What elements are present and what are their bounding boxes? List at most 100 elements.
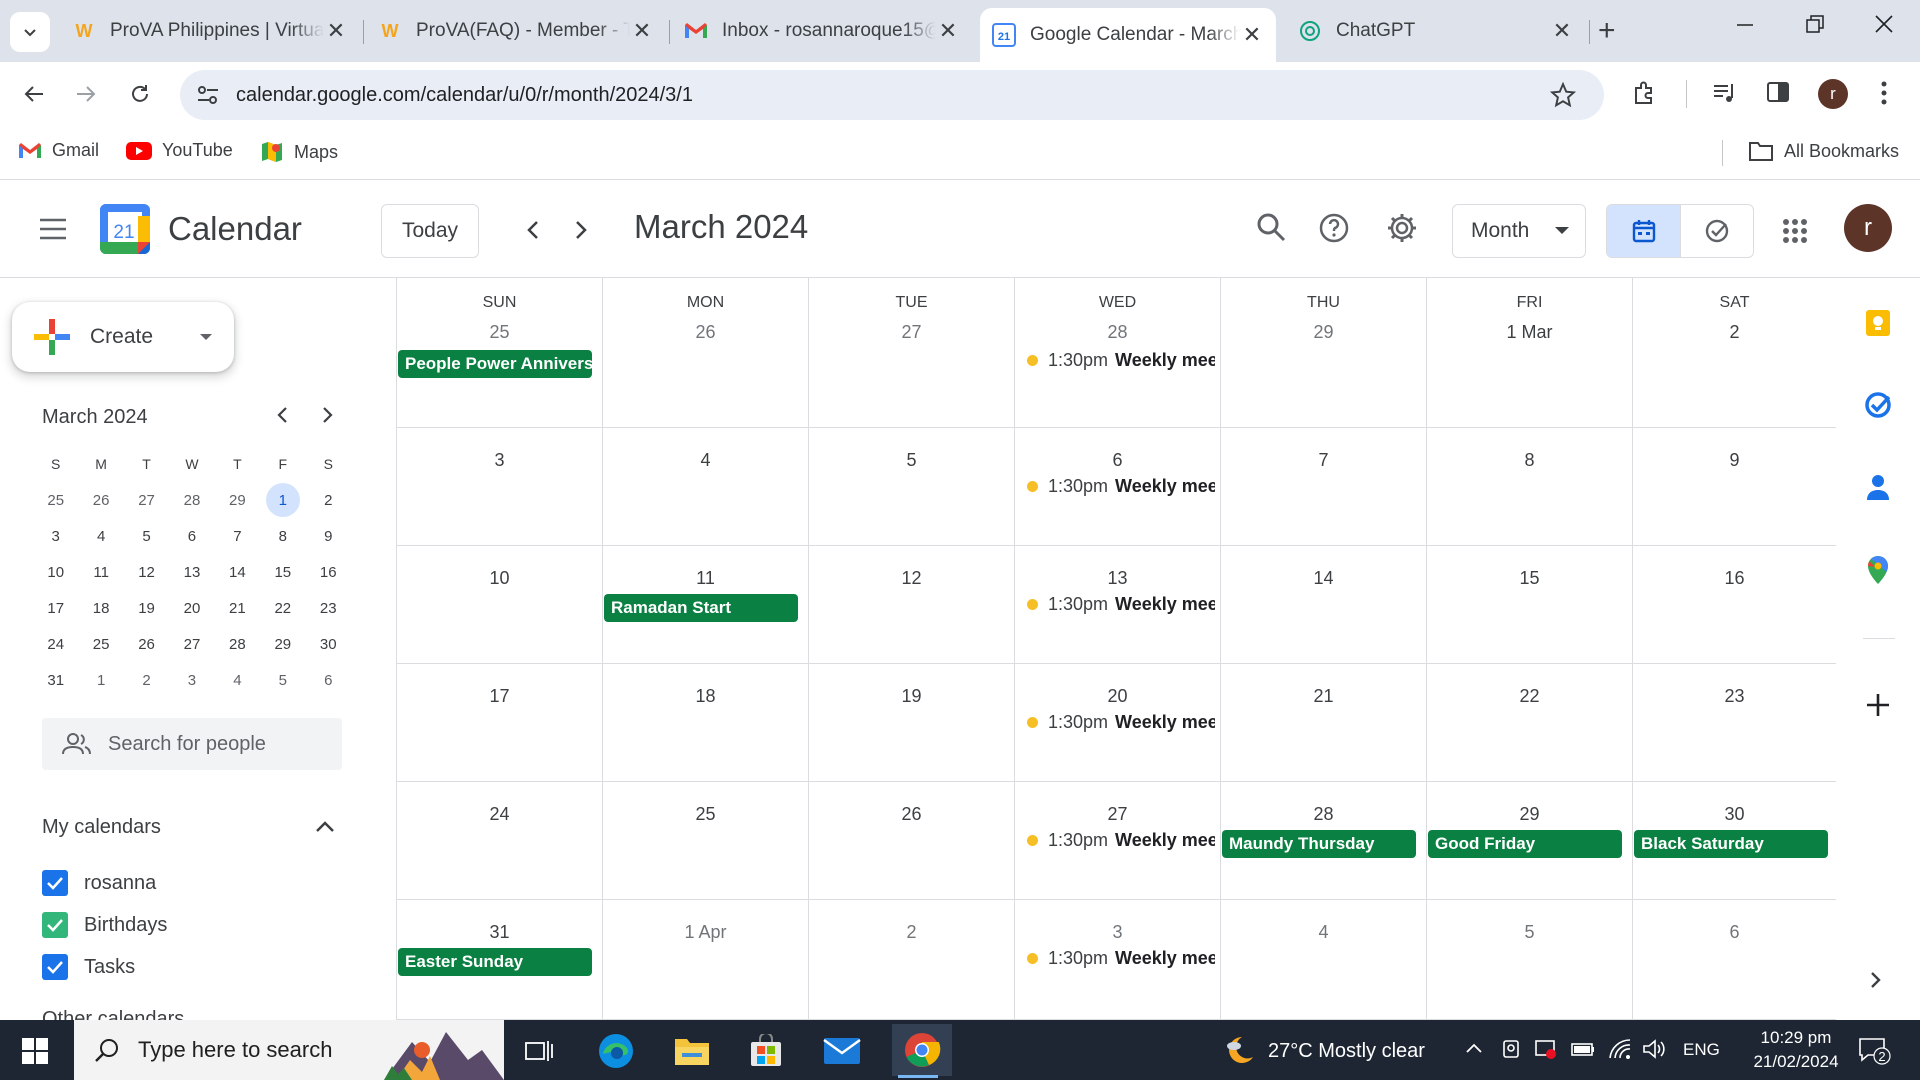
mini-day[interactable]: 12: [124, 554, 169, 590]
day-number[interactable]: 23: [1633, 686, 1836, 707]
mini-day[interactable]: 6: [169, 518, 214, 554]
day-number[interactable]: 27: [809, 322, 1014, 343]
account-avatar[interactable]: r: [1844, 204, 1892, 252]
chevron-up-icon[interactable]: [314, 818, 336, 839]
checkbox-checked-icon[interactable]: [42, 870, 68, 896]
day-number[interactable]: 8: [1427, 450, 1632, 471]
holiday-event-black-saturday[interactable]: Black Saturday: [1634, 830, 1828, 858]
day-number[interactable]: 22: [1427, 686, 1632, 707]
day-cell[interactable]: SAT 2: [1633, 278, 1836, 427]
close-window-button[interactable]: [1874, 12, 1894, 43]
day-cell[interactable]: 14: [1221, 546, 1427, 663]
day-cell[interactable]: 12: [809, 546, 1015, 663]
mini-day[interactable]: 28: [215, 626, 260, 662]
system-clock[interactable]: 10:29 pm 21/02/2024: [1735, 1026, 1857, 1074]
day-number[interactable]: 20: [1015, 686, 1220, 707]
day-number[interactable]: 10: [397, 568, 602, 589]
day-number[interactable]: 24: [397, 804, 602, 825]
bookmark-youtube[interactable]: YouTube: [126, 140, 233, 161]
day-cell[interactable]: 5: [1427, 900, 1633, 1019]
mini-day[interactable]: 16: [306, 554, 351, 590]
mini-day[interactable]: 28: [169, 482, 214, 518]
day-cell[interactable]: 26: [809, 782, 1015, 899]
day-number[interactable]: 2: [809, 922, 1014, 943]
day-cell[interactable]: 6 1:30pm Weekly meeting: [1015, 428, 1221, 545]
media-controls-icon[interactable]: [1712, 80, 1738, 111]
taskbar-edge[interactable]: [590, 1028, 642, 1074]
day-number[interactable]: 13: [1015, 568, 1220, 589]
mini-day[interactable]: 26: [124, 626, 169, 662]
day-number[interactable]: 2: [1633, 322, 1836, 343]
day-cell[interactable]: 11 Ramadan Start: [603, 546, 809, 663]
mini-day[interactable]: 27: [169, 626, 214, 662]
taskbar-mail[interactable]: [816, 1028, 868, 1074]
day-cell[interactable]: 15: [1427, 546, 1633, 663]
mini-day[interactable]: 29: [260, 626, 305, 662]
day-cell[interactable]: 2: [809, 900, 1015, 1019]
tab-prova-home[interactable]: W ProVA Philippines | Virtual ✕: [60, 8, 360, 54]
day-number[interactable]: 29: [1427, 804, 1632, 825]
mini-day[interactable]: 18: [78, 590, 123, 626]
day-cell[interactable]: 20 1:30pm Weekly meeting: [1015, 664, 1221, 781]
back-button[interactable]: [16, 76, 52, 112]
holiday-event-good-friday[interactable]: Good Friday: [1428, 830, 1622, 858]
calendar-item-birthdays[interactable]: Birthdays: [42, 912, 167, 938]
day-cell[interactable]: 4: [1221, 900, 1427, 1019]
create-button[interactable]: Create: [12, 302, 234, 372]
tab-prova-faq[interactable]: W ProVA(FAQ) - Member - The ✕: [366, 8, 666, 54]
wifi-icon[interactable]: [1608, 1038, 1632, 1065]
tab-gmail-inbox[interactable]: Inbox - rosannaroque15@ ✕: [672, 8, 972, 54]
view-switcher-dropdown[interactable]: Month: [1452, 204, 1586, 258]
tray-overflow-chevron-up-icon[interactable]: [1464, 1038, 1484, 1065]
day-cell[interactable]: 4: [603, 428, 809, 545]
chevron-right-icon[interactable]: [1863, 968, 1887, 997]
day-cell[interactable]: 21: [1221, 664, 1427, 781]
day-cell[interactable]: 30 Black Saturday: [1633, 782, 1836, 899]
other-calendars-title[interactable]: Other calendars: [42, 1008, 184, 1020]
day-number[interactable]: 28: [1221, 804, 1426, 825]
weather-widget[interactable]: 27°C Mostly clear: [1222, 1034, 1425, 1068]
day-cell[interactable]: 6: [1633, 900, 1836, 1019]
main-menu-icon[interactable]: [38, 217, 68, 246]
mini-day[interactable]: 19: [124, 590, 169, 626]
day-number[interactable]: 18: [603, 686, 808, 707]
mini-day[interactable]: 29: [215, 482, 260, 518]
mini-day[interactable]: 26: [78, 482, 123, 518]
day-cell[interactable]: 8: [1427, 428, 1633, 545]
mini-day[interactable]: 5: [260, 662, 305, 698]
day-number[interactable]: 1 Mar: [1427, 322, 1632, 343]
calendar-item-tasks[interactable]: Tasks: [42, 954, 135, 980]
day-number[interactable]: 31: [397, 922, 602, 943]
side-panel-icon[interactable]: [1766, 80, 1790, 109]
mini-next-button[interactable]: [320, 406, 334, 430]
mini-day[interactable]: 3: [33, 518, 78, 554]
mini-day[interactable]: 13: [169, 554, 214, 590]
checkbox-checked-icon[interactable]: [42, 954, 68, 980]
mini-day[interactable]: 21: [215, 590, 260, 626]
keep-icon[interactable]: [1863, 308, 1893, 343]
settings-gear-icon[interactable]: [1386, 212, 1418, 249]
mini-day[interactable]: 25: [78, 626, 123, 662]
day-number[interactable]: 1 Apr: [603, 922, 808, 943]
day-number[interactable]: 16: [1633, 568, 1836, 589]
day-cell[interactable]: 29 Good Friday: [1427, 782, 1633, 899]
day-number[interactable]: 12: [809, 568, 1014, 589]
day-number[interactable]: 26: [809, 804, 1014, 825]
day-number[interactable]: 6: [1633, 922, 1836, 943]
day-cell[interactable]: 16: [1633, 546, 1836, 663]
day-cell[interactable]: 19: [809, 664, 1015, 781]
my-calendars-title[interactable]: My calendars: [42, 816, 161, 839]
taskbar-search-box[interactable]: Type here to search: [74, 1020, 504, 1080]
day-number[interactable]: 4: [1221, 922, 1426, 943]
bookmark-star-icon[interactable]: [1549, 81, 1577, 113]
day-number[interactable]: 6: [1015, 450, 1220, 471]
reload-button[interactable]: [122, 76, 158, 112]
day-number[interactable]: 25: [603, 804, 808, 825]
holiday-event-easter-sunday[interactable]: Easter Sunday: [398, 948, 592, 976]
url-text[interactable]: calendar.google.com/calendar/u/0/r/month…: [236, 84, 693, 107]
holiday-event-people-power[interactable]: People Power Anniversary: [398, 350, 592, 378]
task-view-button[interactable]: [514, 1028, 566, 1074]
day-number[interactable]: 5: [809, 450, 1014, 471]
mini-day[interactable]: 11: [78, 554, 123, 590]
weekly-meeting-event[interactable]: 1:30pm Weekly meeting: [1027, 476, 1215, 497]
